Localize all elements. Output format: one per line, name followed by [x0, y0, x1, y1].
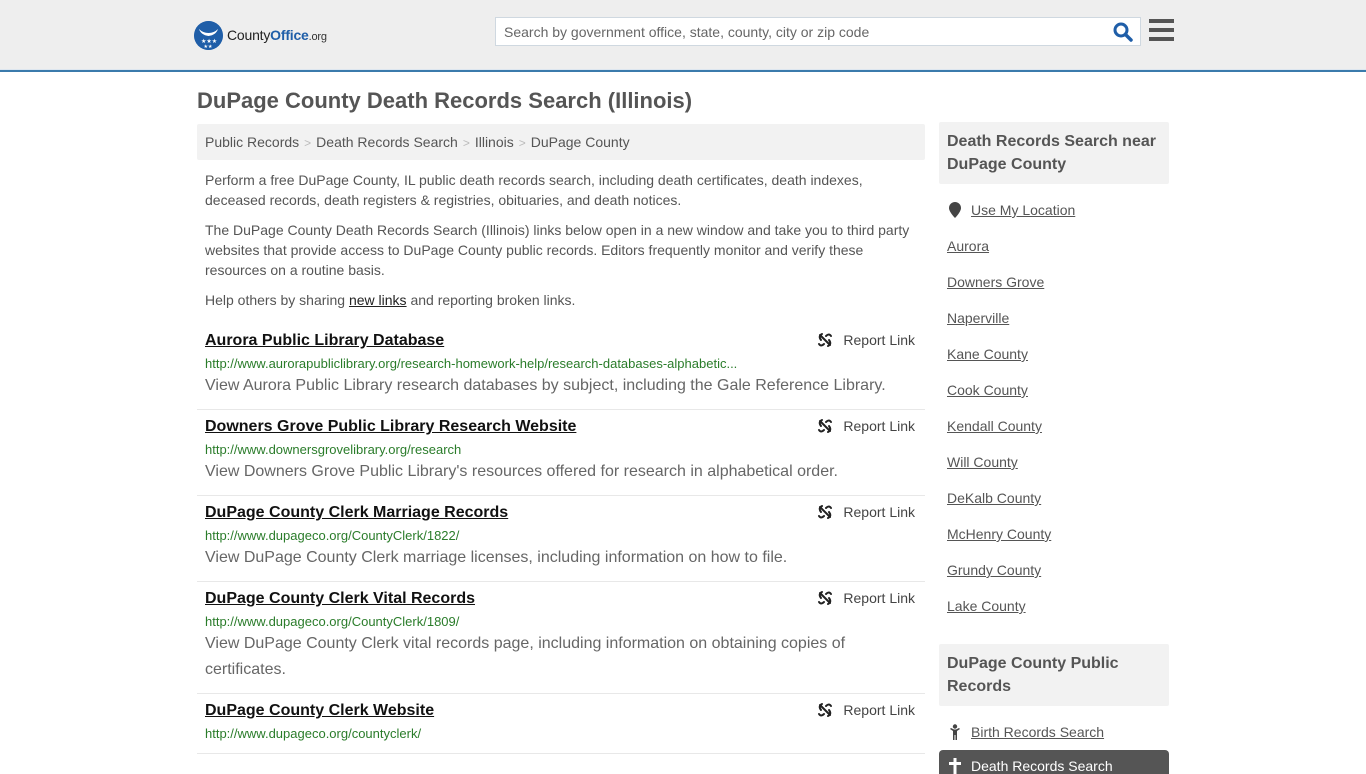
nearby-link-kendall-county[interactable]: Kendall County — [947, 418, 1042, 434]
intro-paragraph: Perform a free DuPage County, IL public … — [205, 172, 863, 208]
search-input[interactable] — [496, 18, 1106, 45]
nearby-list: Use My Location Aurora Downers Grove Nap… — [939, 184, 1169, 624]
site-header: ★★★ ★★ CountyOffice.org — [0, 0, 1366, 72]
nearby-link-naperville[interactable]: Naperville — [947, 310, 1009, 326]
breadcrumb-death-records-search[interactable]: Death Records Search — [316, 134, 458, 150]
death-records-search-active-item[interactable]: Death Records Search — [939, 750, 1169, 774]
nearby-link-will-county[interactable]: Will County — [947, 454, 1018, 470]
result-url: http://www.dupageco.org/CountyClerk/1822… — [205, 528, 460, 543]
eagle-logo-icon: ★★★ ★★ — [194, 20, 223, 50]
result-url: http://www.dupageco.org/CountyClerk/1809… — [205, 614, 460, 629]
broken-link-icon — [818, 703, 833, 717]
result-title-link[interactable]: DuPage County Clerk Vital Records — [205, 589, 475, 609]
search-button[interactable] — [1112, 21, 1136, 43]
result-url: http://www.downersgrovelibrary.org/resea… — [205, 442, 462, 457]
nearby-item: Aurora — [947, 228, 1161, 264]
nearby-item: Will County — [947, 444, 1161, 480]
nearby-item: McHenry County — [947, 516, 1161, 552]
result-title-link[interactable]: DuPage County Clerk Website — [205, 701, 434, 721]
nearby-heading: Death Records Search near DuPage County — [939, 122, 1169, 184]
svg-text:★★: ★★ — [204, 44, 213, 50]
menu-bar-icon — [1149, 37, 1174, 41]
nearby-link-lake-county[interactable]: Lake County — [947, 598, 1026, 614]
new-links-link[interactable]: new links — [349, 292, 407, 308]
nearby-item: Naperville — [947, 300, 1161, 336]
nearby-link-kane-county[interactable]: Kane County — [947, 346, 1028, 362]
intro-paragraph: Help others by sharing new links and rep… — [205, 292, 576, 308]
breadcrumb-separator: > — [304, 136, 312, 150]
nearby-item: Cook County — [947, 372, 1161, 408]
report-link-button[interactable]: Report Link — [817, 418, 915, 434]
logo-text: CountyOffice.org — [227, 27, 327, 43]
breadcrumb-public-records[interactable]: Public Records — [205, 134, 299, 150]
menu-bar-icon — [1149, 19, 1174, 23]
result-item: DuPage County Clerk Vital Records Report… — [197, 582, 925, 694]
search-box — [495, 17, 1141, 46]
report-link-button[interactable]: Report Link — [817, 332, 915, 348]
use-my-location-link[interactable]: Use My Location — [971, 202, 1075, 218]
nearby-link-downers-grove[interactable]: Downers Grove — [947, 274, 1044, 290]
broken-link-icon — [818, 591, 833, 605]
records-item: Birth Records Search — [947, 714, 1161, 750]
nearby-item: Kendall County — [947, 408, 1161, 444]
broken-link-icon — [818, 505, 833, 519]
result-item: DuPage County Clerk Website Report Link … — [197, 694, 925, 754]
breadcrumb-dupage-county[interactable]: DuPage County — [531, 134, 630, 150]
site-logo[interactable]: ★★★ ★★ CountyOffice.org — [194, 20, 327, 50]
hamburger-menu-button[interactable] — [1149, 19, 1175, 43]
report-link-button[interactable]: Report Link — [817, 590, 915, 606]
public-records-list: Birth Records Search — [939, 706, 1169, 750]
nearby-item: Downers Grove — [947, 264, 1161, 300]
nearby-item: Kane County — [947, 336, 1161, 372]
nearby-item: Lake County — [947, 588, 1161, 624]
broken-link-icon — [818, 333, 833, 347]
result-description: View DuPage County Clerk marriage licens… — [205, 549, 788, 566]
map-marker-icon — [947, 202, 963, 218]
birth-records-search-link[interactable]: Birth Records Search — [971, 724, 1104, 740]
breadcrumb-separator: > — [518, 136, 526, 150]
result-title-link[interactable]: Aurora Public Library Database — [205, 331, 444, 351]
report-link-button[interactable]: Report Link — [817, 504, 915, 520]
result-url: http://www.aurorapubliclibrary.org/resea… — [205, 356, 738, 371]
result-title-link[interactable]: DuPage County Clerk Marriage Records — [205, 503, 508, 523]
result-description: View DuPage County Clerk vital records p… — [205, 635, 846, 678]
nearby-item: DeKalb County — [947, 480, 1161, 516]
result-description: View Aurora Public Library research data… — [205, 377, 886, 394]
search-icon — [1113, 22, 1133, 42]
result-item: Aurora Public Library Database Report Li… — [197, 324, 925, 410]
intro-paragraph: The DuPage County Death Records Search (… — [205, 222, 910, 278]
result-url: http://www.dupageco.org/countyclerk/ — [205, 726, 422, 741]
cross-icon — [947, 758, 963, 774]
broken-link-icon — [818, 419, 833, 433]
sidebar: Death Records Search near DuPage County … — [939, 122, 1169, 774]
public-records-heading: DuPage County Public Records — [939, 644, 1169, 706]
intro-text: Perform a free DuPage County, IL public … — [205, 170, 917, 320]
nearby-link-aurora[interactable]: Aurora — [947, 238, 989, 254]
nearby-link-dekalb-county[interactable]: DeKalb County — [947, 490, 1041, 506]
result-title-link[interactable]: Downers Grove Public Library Research We… — [205, 417, 576, 437]
breadcrumb-separator: > — [462, 136, 470, 150]
result-item: Downers Grove Public Library Research We… — [197, 410, 925, 496]
breadcrumb-illinois[interactable]: Illinois — [475, 134, 514, 150]
nearby-item: Grundy County — [947, 552, 1161, 588]
result-description: View Downers Grove Public Library's reso… — [205, 463, 838, 480]
nearby-link-mchenry-county[interactable]: McHenry County — [947, 526, 1051, 542]
result-item: DuPage County Clerk Marriage Records Rep… — [197, 496, 925, 582]
nearby-link-grundy-county[interactable]: Grundy County — [947, 562, 1041, 578]
breadcrumb: Public Records > Death Records Search > Illi… — [197, 124, 925, 160]
report-link-button[interactable]: Report Link — [817, 702, 915, 718]
death-records-search-label: Death Records Search — [971, 758, 1113, 774]
menu-bar-icon — [1149, 28, 1174, 32]
use-my-location-item: Use My Location — [947, 192, 1161, 228]
nearby-link-cook-county[interactable]: Cook County — [947, 382, 1028, 398]
results-list: Aurora Public Library Database Report Li… — [197, 324, 925, 754]
child-icon — [947, 724, 963, 740]
page-title: DuPage County Death Records Search (Illi… — [197, 88, 693, 113]
